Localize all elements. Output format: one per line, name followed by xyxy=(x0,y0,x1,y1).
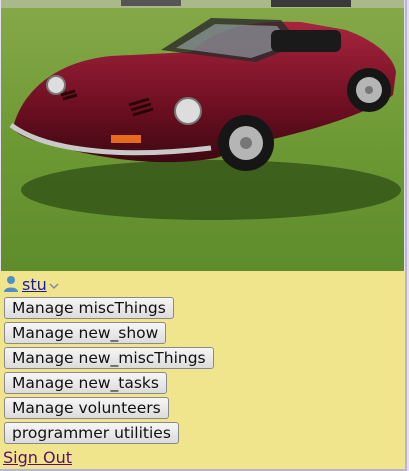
sign-out-link[interactable]: Sign Out xyxy=(3,448,72,467)
user-name-link[interactable]: stu xyxy=(22,275,47,294)
manage-volunteers-button[interactable]: Manage volunteers xyxy=(4,397,169,419)
car-photo xyxy=(1,0,404,271)
programmer-utilities-button[interactable]: programmer utilities xyxy=(4,422,179,444)
admin-panel: stu Manage miscThings Manage new_show Ma… xyxy=(0,271,405,469)
user-icon xyxy=(4,276,18,292)
manage-miscthings-button[interactable]: Manage miscThings xyxy=(4,297,174,319)
admin-menu: Manage miscThings Manage new_show Manage… xyxy=(4,297,214,447)
manage-new-tasks-button[interactable]: Manage new_tasks xyxy=(4,372,167,394)
car-image xyxy=(1,0,404,271)
manage-new-show-button[interactable]: Manage new_show xyxy=(4,322,167,344)
user-menu[interactable]: stu xyxy=(3,274,59,294)
manage-new-miscthings-button[interactable]: Manage new_miscThings xyxy=(4,347,214,369)
chevron-down-icon[interactable] xyxy=(49,281,59,291)
